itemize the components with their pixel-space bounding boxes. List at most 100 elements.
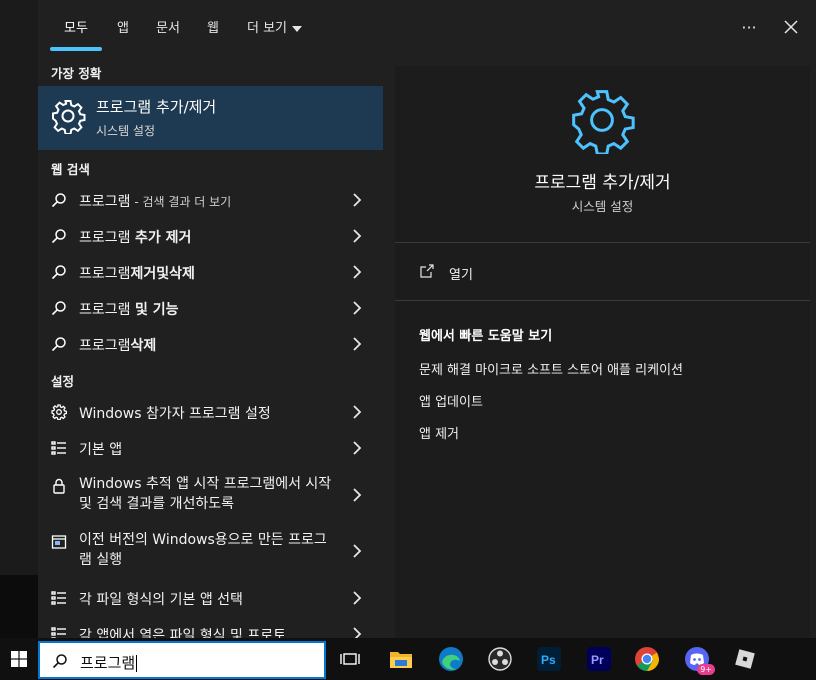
start-button[interactable] <box>0 638 38 680</box>
web-result-pre: 프로그램 <box>79 338 131 354</box>
web-result-item[interactable]: 프로그램삭제 <box>38 326 383 362</box>
desktop-background <box>0 0 38 638</box>
taskbar: 프로그램 Ps Pr 9+ <box>0 638 816 680</box>
tab-web[interactable]: 웹 <box>207 17 219 36</box>
best-match-item[interactable]: 프로그램 추가/제거 시스템 설정 <box>38 86 383 150</box>
premiere-label: Pr <box>591 653 604 667</box>
tab-all[interactable]: 모두 <box>64 17 88 36</box>
tab-more-label: 더 보기 <box>247 21 288 36</box>
help-link[interactable]: 앱 제거 <box>419 423 459 442</box>
roblox-icon <box>735 649 755 669</box>
gear-icon <box>52 100 86 134</box>
chevron-right-icon <box>353 337 362 351</box>
chevron-down-icon <box>292 25 303 32</box>
chrome-icon <box>635 647 659 671</box>
tab-documents[interactable]: 문서 <box>156 17 180 36</box>
settings-result-item[interactable]: 이전 버전의 Windows용으로 만든 프로그램 실행 <box>38 524 383 578</box>
web-result-item[interactable]: 프로그램제거및삭제 <box>38 254 383 290</box>
settings-result-label: Windows 추적 앱 시작 프로그램에서 시작 및 검색 결과를 개선하도록 <box>79 476 332 512</box>
notification-badge: 9+ <box>697 664 715 675</box>
web-result-item[interactable]: 프로그램 및 기능 <box>38 290 383 326</box>
search-input-value: 프로그램 <box>80 652 138 673</box>
task-view-button[interactable] <box>336 645 364 673</box>
chevron-right-icon <box>353 488 362 502</box>
file-explorer-icon <box>390 652 412 668</box>
obs-icon <box>488 647 512 671</box>
active-tab-indicator <box>50 47 102 51</box>
close-icon <box>784 20 798 34</box>
windows-logo-icon <box>11 651 27 667</box>
section-web-search: 웹 검색 <box>51 162 90 177</box>
tab-apps[interactable]: 앱 <box>117 17 129 36</box>
web-result-bold: 삭제 <box>130 338 157 354</box>
web-result-pre: 프로그램 <box>79 230 135 246</box>
divider <box>395 242 810 243</box>
lock-icon <box>53 478 65 494</box>
obs-button[interactable] <box>486 645 514 673</box>
web-result-item[interactable]: 프로그램 - 검색 결과 더 보기 <box>38 182 383 218</box>
settings-result-label: 각 파일 형식의 기본 앱 선택 <box>79 592 243 608</box>
section-best-match: 가장 정확 <box>51 66 102 81</box>
search-panel: 모두 앱 문서 웹 더 보기 ··· 가장 정확 프로그램 추가/제거 시스템 … <box>38 0 816 638</box>
settings-result-item[interactable]: 각 앱에서 열은 파일 형식 및 프로토 <box>38 616 383 638</box>
close-button[interactable] <box>776 12 806 42</box>
chevron-right-icon <box>353 591 362 605</box>
task-view-icon <box>340 653 360 665</box>
more-options-button[interactable]: ··· <box>734 12 764 42</box>
settings-result-item[interactable]: 각 파일 형식의 기본 앱 선택 <box>38 580 383 616</box>
roblox-button[interactable] <box>731 645 759 673</box>
search-icon <box>51 265 66 280</box>
web-result-bold: 및 기능 <box>134 302 179 318</box>
gear-icon <box>572 90 635 154</box>
web-result-label: 프로그램삭제 <box>79 335 156 355</box>
web-result-label: 프로그램 - 검색 결과 더 보기 <box>79 191 231 211</box>
chevron-right-icon <box>353 405 362 419</box>
search-icon <box>51 337 66 352</box>
settings-result-item[interactable]: Windows 참가자 프로그램 설정 <box>38 394 383 430</box>
web-result-pre: 프로그램 <box>79 266 131 282</box>
web-result-bold: 추가 제거 <box>134 230 192 246</box>
web-result-bold: 제거및삭제 <box>130 266 195 282</box>
tab-bar: 모두 앱 문서 웹 더 보기 ··· <box>38 0 816 52</box>
edge-button[interactable] <box>437 645 465 673</box>
tab-more[interactable]: 더 보기 <box>247 17 303 36</box>
results-list: 가장 정확 프로그램 추가/제거 시스템 설정 웹 검색 프로그램 - 검색 결… <box>38 52 383 638</box>
help-link[interactable]: 문제 해결 마이크로 소프트 스토어 애플 리케이션 <box>419 359 683 378</box>
premiere-button[interactable]: Pr <box>585 645 613 673</box>
divider <box>395 300 810 301</box>
web-result-label: 프로그램 추가 제거 <box>79 227 191 247</box>
web-result-item[interactable]: 프로그램 추가 제거 <box>38 218 383 254</box>
best-match-subtitle: 시스템 설정 <box>96 124 156 138</box>
chrome-button[interactable] <box>633 645 661 673</box>
settings-result-label: 각 앱에서 열은 파일 형식 및 프로토 <box>79 628 287 638</box>
search-icon <box>52 654 67 669</box>
chevron-right-icon <box>353 265 362 279</box>
preview-title: 프로그램 추가/제거 <box>534 173 671 193</box>
web-result-label: 프로그램제거및삭제 <box>79 263 195 283</box>
photoshop-button[interactable]: Ps <box>535 645 563 673</box>
taskbar-search-input[interactable]: 프로그램 <box>38 641 326 679</box>
chevron-right-icon <box>353 441 362 455</box>
chevron-right-icon <box>353 193 362 207</box>
help-link[interactable]: 앱 업데이트 <box>419 391 483 410</box>
web-result-label: 프로그램 및 기능 <box>79 299 179 319</box>
help-heading: 웹에서 빠른 도움말 보기 <box>419 329 553 344</box>
best-match-title: 프로그램 추가/제거 <box>96 98 217 116</box>
premiere-icon: Pr <box>587 647 611 671</box>
window-icon <box>51 535 67 549</box>
search-icon <box>51 229 66 244</box>
settings-result-label: Windows 참가자 프로그램 설정 <box>79 406 271 422</box>
settings-result-item[interactable]: Windows 추적 앱 시작 프로그램에서 시작 및 검색 결과를 개선하도록 <box>38 468 383 522</box>
file-explorer-button[interactable] <box>387 645 415 673</box>
open-label: 열기 <box>449 268 473 283</box>
settings-result-item[interactable]: 기본 앱 <box>38 430 383 466</box>
settings-result-label: 기본 앱 <box>79 442 123 458</box>
list-icon <box>51 627 66 638</box>
discord-button[interactable]: 9+ <box>683 645 715 675</box>
settings-result-label: 이전 버전의 Windows용으로 만든 프로그램 실행 <box>79 532 327 568</box>
search-icon <box>51 301 66 316</box>
photoshop-icon: Ps <box>537 647 561 671</box>
chevron-right-icon <box>353 627 362 638</box>
edge-icon <box>439 647 463 671</box>
text-cursor <box>136 655 138 672</box>
